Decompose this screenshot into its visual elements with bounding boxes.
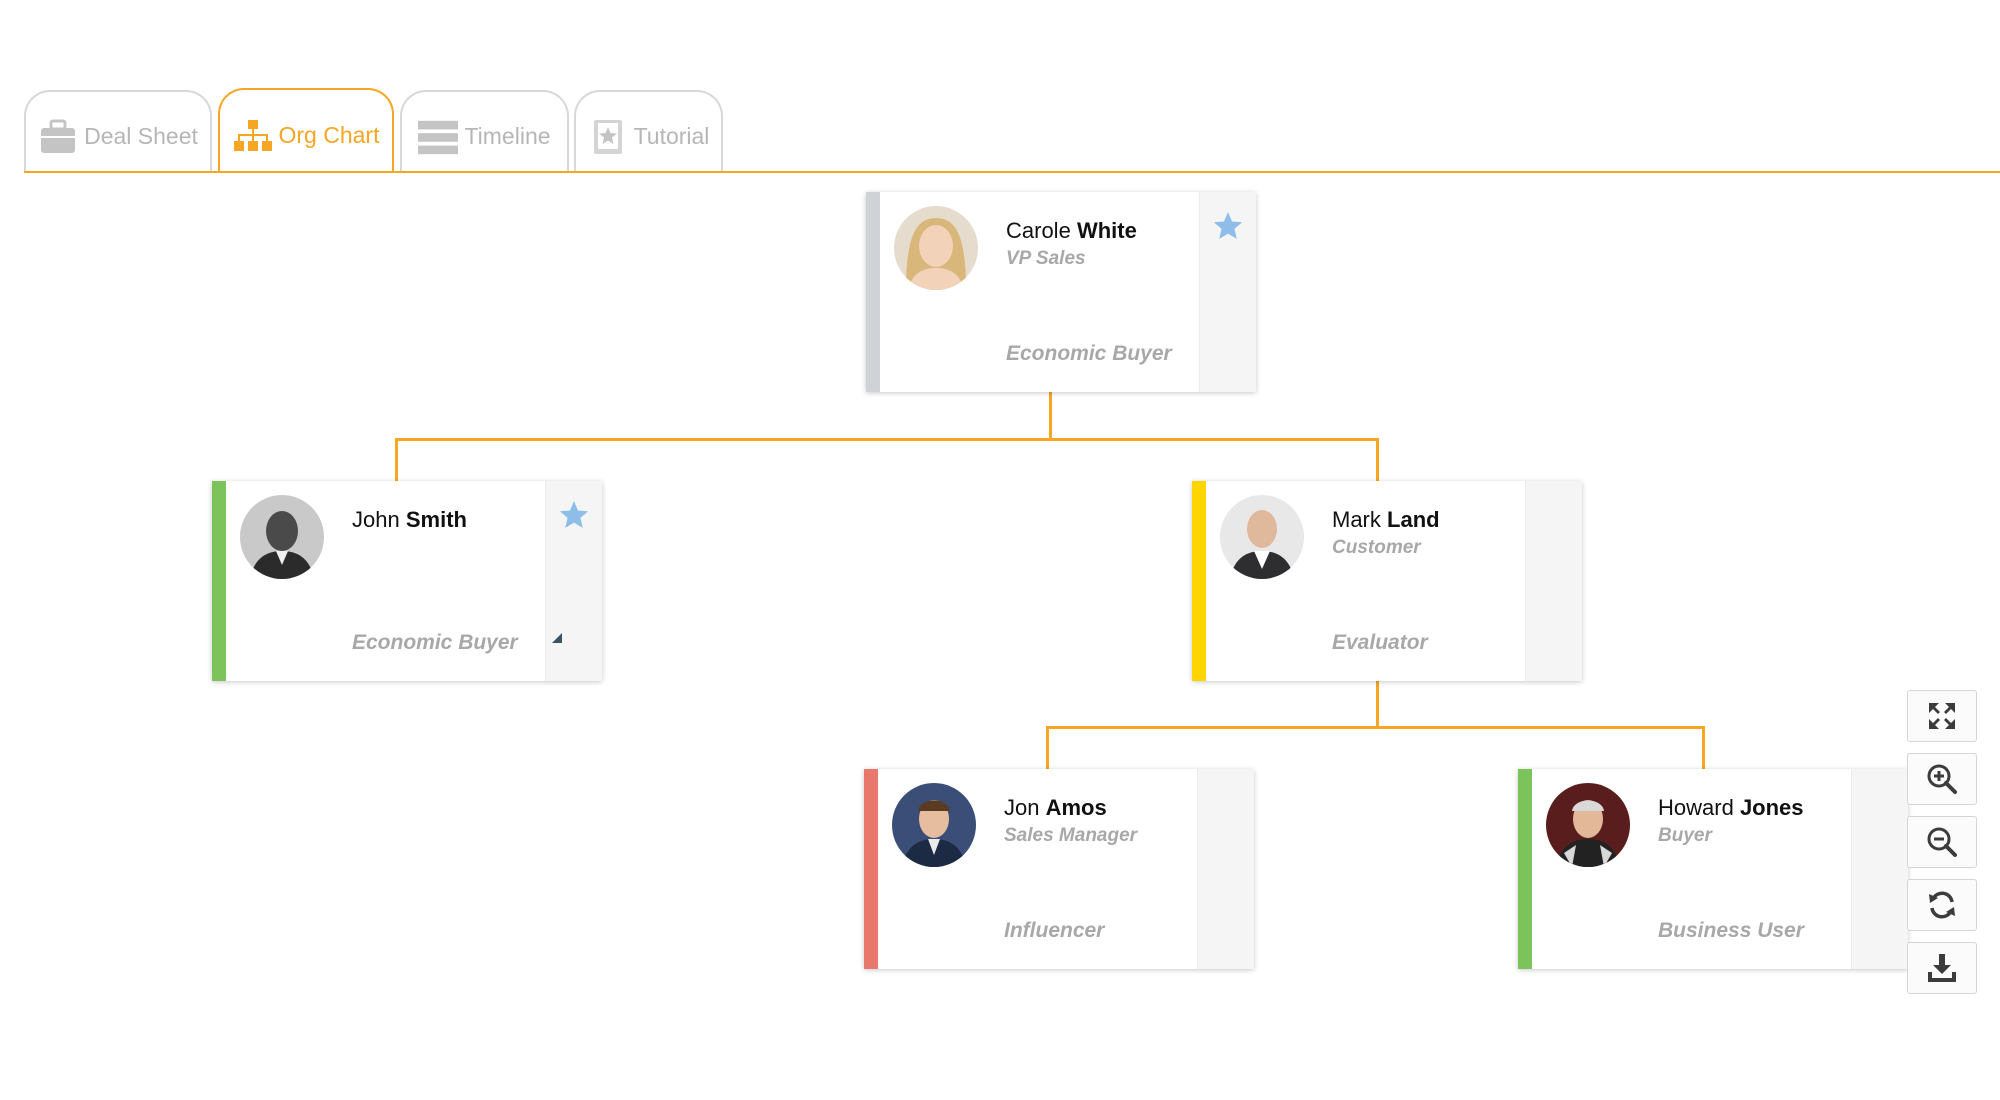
- status-bar: [866, 192, 880, 392]
- contact-name: John Smith: [352, 507, 467, 532]
- status-bar: [864, 769, 878, 969]
- contact-role: Business User: [1658, 919, 1804, 942]
- contact-name: Jon Amos: [1004, 795, 1107, 820]
- briefcase-icon: [38, 117, 78, 157]
- org-card-jon-amos[interactable]: Jon Amos Sales Manager Influencer: [864, 769, 1254, 969]
- contact-title: Customer: [1332, 537, 1421, 558]
- contact-role: Economic Buyer: [1006, 342, 1172, 365]
- tab-org-chart[interactable]: Org Chart: [218, 88, 394, 171]
- zoom-in-button[interactable]: [1907, 753, 1977, 805]
- timeline-icon: [418, 117, 459, 157]
- connector-line: [1046, 726, 1049, 769]
- contact-name: Howard Jones: [1658, 795, 1804, 820]
- card-sidebar: [1197, 769, 1254, 969]
- status-bar: [212, 481, 226, 681]
- tab-timeline[interactable]: Timeline: [400, 90, 569, 171]
- org-card-howard-jones[interactable]: Howard Jones Buyer Business User: [1518, 769, 1908, 969]
- connector-line: [395, 438, 1379, 441]
- refresh-icon: [1929, 891, 1955, 919]
- avatar: [894, 206, 978, 290]
- tab-tutorial[interactable]: Tutorial: [574, 90, 723, 171]
- connector-line: [1049, 392, 1052, 441]
- org-card-carole-white[interactable]: Carole White VP Sales Economic Buyer: [866, 192, 1256, 392]
- card-sidebar: [1851, 769, 1908, 969]
- org-card-mark-land[interactable]: Mark Land Customer Evaluator: [1192, 481, 1582, 681]
- tab-deal-sheet[interactable]: Deal Sheet: [24, 90, 212, 171]
- status-bar: [1518, 769, 1532, 969]
- contact-title: VP Sales: [1006, 248, 1086, 269]
- tutorial-icon: [588, 117, 628, 157]
- connector-line: [395, 438, 398, 481]
- card-sidebar: [1525, 481, 1582, 681]
- avatar: [892, 783, 976, 867]
- contact-role: Evaluator: [1332, 631, 1428, 654]
- expand-icon: [1929, 703, 1955, 729]
- download-icon: [1928, 954, 1956, 982]
- tab-label: Deal Sheet: [84, 123, 198, 149]
- connector-line: [1376, 438, 1379, 481]
- tab-label: Org Chart: [278, 122, 380, 148]
- contact-name: Carole White: [1006, 218, 1137, 243]
- zoom-out-icon: [1927, 827, 1957, 857]
- org-chart-icon: [233, 116, 273, 156]
- connector-line: [1376, 680, 1379, 729]
- org-card-john-smith[interactable]: John Smith Economic Buyer: [212, 481, 602, 681]
- contact-role: Influencer: [1004, 919, 1105, 942]
- expand-caret-icon[interactable]: [552, 633, 562, 643]
- contact-name: Mark Land: [1332, 507, 1440, 532]
- avatar: [240, 495, 324, 579]
- contact-title: Sales Manager: [1004, 825, 1138, 846]
- contact-role: Economic Buyer: [352, 631, 518, 654]
- tab-label: Tutorial: [633, 123, 710, 149]
- zoom-out-button[interactable]: [1907, 816, 1977, 868]
- star-icon[interactable]: [1212, 210, 1244, 242]
- tab-label: Timeline: [464, 123, 551, 149]
- avatar: [1546, 783, 1630, 867]
- download-button[interactable]: [1907, 942, 1977, 994]
- zoom-in-icon: [1927, 764, 1957, 794]
- refresh-button[interactable]: [1907, 879, 1977, 931]
- connector-line: [1046, 726, 1705, 729]
- contact-title: Buyer: [1658, 825, 1712, 846]
- connector-line: [1702, 726, 1705, 769]
- fit-to-screen-button[interactable]: [1907, 690, 1977, 742]
- avatar: [1220, 495, 1304, 579]
- star-icon[interactable]: [558, 499, 590, 531]
- tab-underline: [24, 171, 2000, 173]
- status-bar: [1192, 481, 1206, 681]
